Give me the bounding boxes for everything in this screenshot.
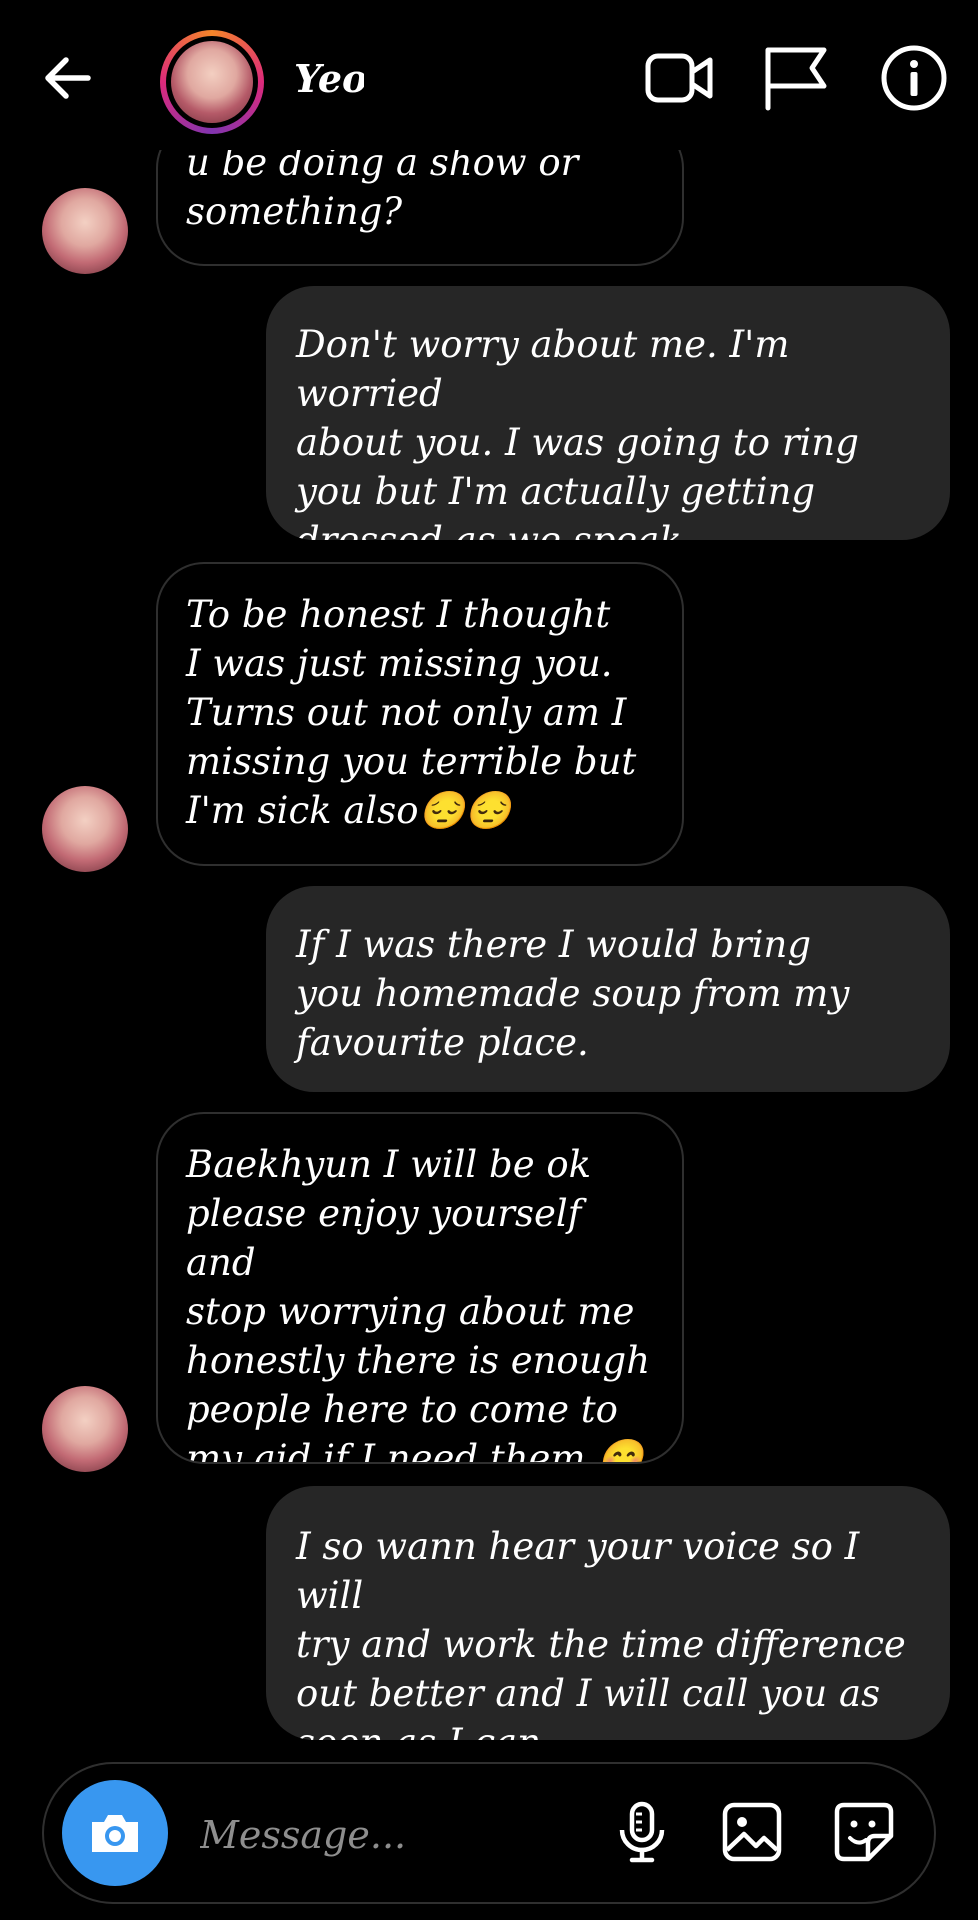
info-icon[interactable] — [878, 42, 950, 114]
sender-avatar[interactable] — [42, 1386, 128, 1472]
message-composer — [42, 1762, 936, 1904]
outgoing-message[interactable]: Don't worry about me. I'm worried about … — [266, 286, 950, 540]
image-icon[interactable] — [720, 1800, 784, 1864]
outgoing-message[interactable]: I so wann hear your voice so I will try … — [266, 1486, 950, 1740]
contact-name[interactable]: Yeol — [294, 56, 364, 108]
message-thread[interactable]: u be doing a show or something? Don't wo… — [0, 0, 978, 1750]
sender-avatar[interactable] — [42, 188, 128, 274]
incoming-message[interactable]: Baekhyun I will be ok please enjoy yours… — [156, 1112, 684, 1464]
camera-icon — [92, 1815, 138, 1852]
camera-button[interactable] — [62, 1780, 168, 1886]
incoming-message[interactable]: To be honest I thought I was just missin… — [156, 562, 684, 866]
video-camera-icon[interactable] — [644, 42, 716, 114]
chat-header: Yeol — [0, 0, 978, 150]
sender-avatar[interactable] — [42, 786, 128, 872]
sticker-icon[interactable] — [832, 1800, 896, 1864]
profile-avatar[interactable] — [160, 30, 264, 134]
arrow-left-icon[interactable] — [40, 50, 96, 106]
flag-icon[interactable] — [760, 42, 832, 114]
outgoing-message[interactable]: If I was there I would bring you homemad… — [266, 886, 950, 1092]
avatar-photo — [171, 41, 253, 123]
message-input[interactable] — [198, 1800, 622, 1870]
microphone-icon[interactable] — [610, 1800, 674, 1864]
